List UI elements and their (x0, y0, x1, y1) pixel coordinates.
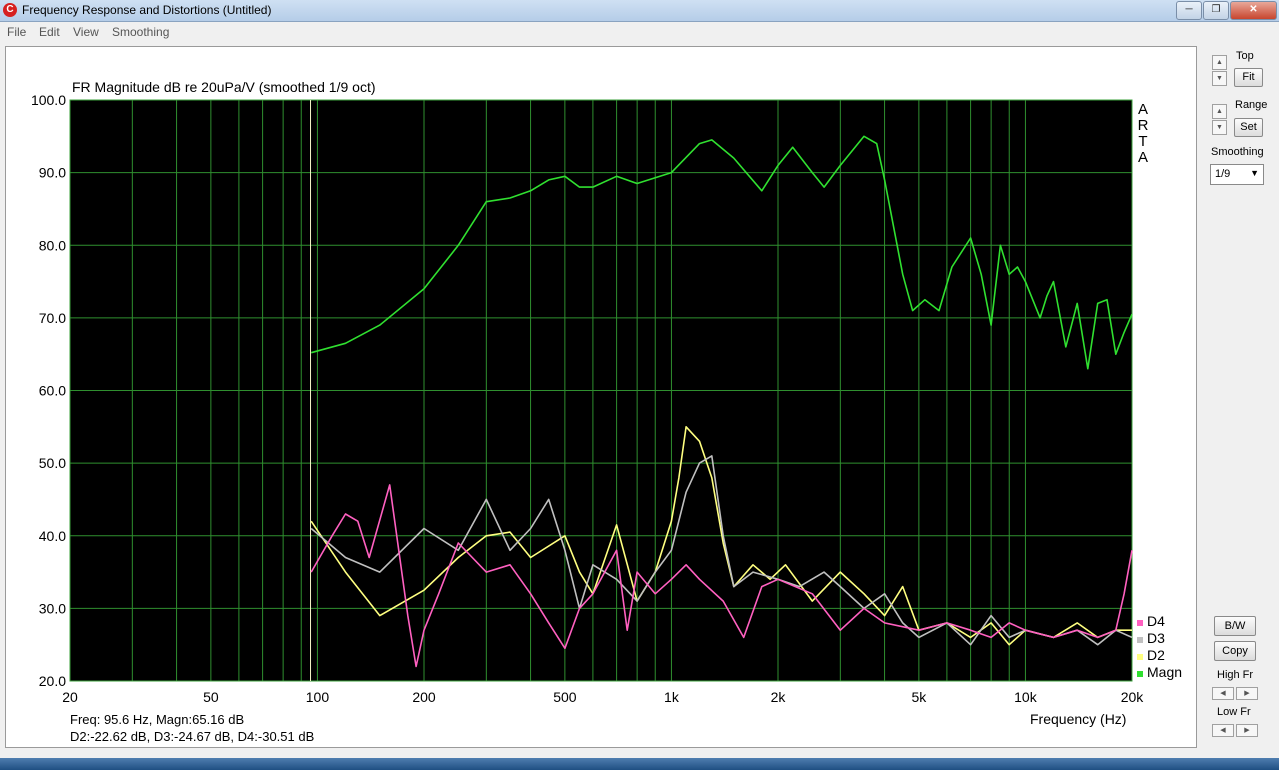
top-label: Top (1236, 50, 1254, 62)
low-freq-label: Low Fr (1217, 706, 1251, 718)
legend-label-d3: D3 (1147, 630, 1165, 646)
y-tick-label: 70.0 (39, 310, 66, 326)
set-button[interactable]: Set (1234, 118, 1263, 137)
x-tick-label: 20k (1121, 689, 1145, 705)
frequency-response-chart[interactable]: FR Magnitude dB re 20uPa/V (smoothed 1/9… (6, 47, 1196, 747)
bw-button[interactable]: B/W (1214, 616, 1256, 636)
y-tick-label: 90.0 (39, 165, 66, 181)
x-tick-label: 100 (306, 689, 330, 705)
smoothing-value: 1/9 (1215, 168, 1231, 180)
legend-label-d4: D4 (1147, 613, 1165, 629)
legend-swatch-d4 (1137, 620, 1143, 626)
y-tick-label: 50.0 (39, 455, 66, 471)
smoothing-select[interactable]: 1/9 ▼ (1210, 164, 1264, 185)
x-tick-label: 10k (1014, 689, 1038, 705)
range-up-arrow-icon[interactable]: ▲ (1212, 104, 1227, 119)
x-tick-label: 5k (911, 689, 927, 705)
range-down-arrow-icon[interactable]: ▼ (1212, 120, 1227, 135)
arta-watermark-letter: A (1138, 149, 1148, 166)
menu-view[interactable]: View (73, 25, 99, 39)
restore-button[interactable]: ❐ (1203, 1, 1229, 20)
y-tick-label: 100.0 (31, 92, 66, 108)
high-freq-right-arrow-icon[interactable]: ▶ (1236, 687, 1258, 700)
chart-panel: FR Magnitude dB re 20uPa/V (smoothed 1/9… (5, 46, 1197, 748)
app-icon: C (3, 3, 17, 17)
x-axis-label: Frequency (Hz) (1030, 711, 1126, 727)
chevron-down-icon: ▼ (1250, 168, 1259, 178)
legend-swatch-magn (1137, 671, 1143, 677)
legend-label-d2: D2 (1147, 647, 1165, 663)
control-sidebar: ▲ ▼ Top Fit ▲ ▼ Range Set Smoothing 1/9 … (1200, 46, 1279, 746)
x-tick-label: 200 (412, 689, 436, 705)
low-freq-left-arrow-icon[interactable]: ◀ (1212, 724, 1234, 737)
top-up-arrow-icon[interactable]: ▲ (1212, 55, 1227, 70)
arta-watermark-letter: A (1138, 101, 1148, 118)
legend-swatch-d3 (1137, 637, 1143, 643)
menu-file[interactable]: File (7, 25, 26, 39)
high-freq-label: High Fr (1217, 669, 1254, 681)
cursor-readout-distortion: D2:-22.62 dB, D3:-24.67 dB, D4:-30.51 dB (70, 729, 314, 744)
title-bar: C Frequency Response and Distortions (Un… (0, 0, 1279, 22)
minimize-button[interactable]: ─ (1176, 1, 1202, 20)
arta-watermark-letter: R (1138, 117, 1149, 134)
low-freq-right-arrow-icon[interactable]: ▶ (1236, 724, 1258, 737)
fit-button[interactable]: Fit (1234, 68, 1263, 87)
y-tick-label: 60.0 (39, 383, 66, 399)
x-tick-label: 50 (203, 689, 219, 705)
y-tick-label: 20.0 (39, 673, 66, 689)
menu-edit[interactable]: Edit (39, 25, 60, 39)
close-button[interactable]: ✕ (1230, 1, 1277, 20)
range-label: Range (1235, 99, 1268, 111)
arta-watermark-letter: T (1138, 133, 1147, 150)
legend-swatch-d2 (1137, 654, 1143, 660)
copy-button[interactable]: Copy (1214, 641, 1256, 661)
taskbar (0, 758, 1279, 770)
top-down-arrow-icon[interactable]: ▼ (1212, 71, 1227, 86)
x-tick-label: 2k (771, 689, 787, 705)
y-tick-label: 30.0 (39, 600, 66, 616)
smoothing-label: Smoothing (1211, 146, 1264, 158)
menu-bar: File Edit View Smoothing (0, 22, 1279, 41)
x-tick-label: 20 (62, 689, 78, 705)
y-tick-label: 80.0 (39, 237, 66, 253)
menu-smoothing[interactable]: Smoothing (112, 25, 169, 39)
window-title: Frequency Response and Distortions (Unti… (22, 3, 272, 17)
y-tick-label: 40.0 (39, 528, 66, 544)
x-tick-label: 1k (664, 689, 680, 705)
legend-label-magn: Magn (1147, 664, 1182, 680)
x-tick-label: 500 (553, 689, 577, 705)
cursor-readout-freq: Freq: 95.6 Hz, Magn:65.16 dB (70, 712, 244, 727)
chart-title: FR Magnitude dB re 20uPa/V (smoothed 1/9… (72, 79, 376, 95)
high-freq-left-arrow-icon[interactable]: ◀ (1212, 687, 1234, 700)
